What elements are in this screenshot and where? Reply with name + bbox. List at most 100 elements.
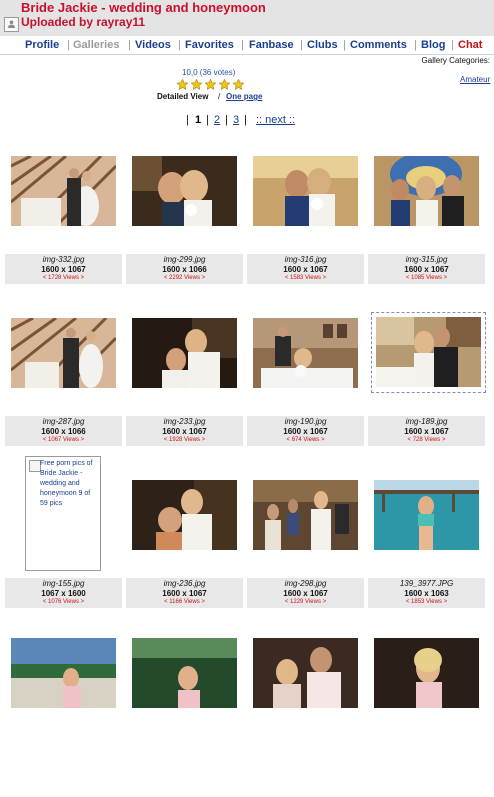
- photo-filename[interactable]: img-236.jpg: [126, 579, 243, 589]
- photo-image[interactable]: [253, 638, 358, 708]
- photo-filename[interactable]: img-298.jpg: [247, 579, 364, 589]
- nav-separator: |: [241, 39, 244, 51]
- user-avatar-icon[interactable]: [4, 17, 19, 32]
- nav-fanbase[interactable]: Fanbase: [249, 39, 294, 51]
- photo-image[interactable]: [374, 156, 479, 226]
- photo-filename[interactable]: img-190.jpg: [247, 417, 364, 427]
- photo-dimensions: 1067 x 1600: [41, 589, 86, 598]
- photo-info: img-315.jpg 1600 x 1067 < 1085 Views >: [368, 254, 485, 284]
- photo-thumbnail[interactable]: [374, 638, 479, 708]
- photo-filename[interactable]: 139_3977.JPG: [368, 579, 485, 589]
- thumb-area: Free porn pics of Bride Jackie - wedding…: [3, 456, 124, 578]
- photo-thumbnail[interactable]: [253, 480, 358, 550]
- photo-dimensions: 1600 x 1066: [41, 427, 86, 436]
- photo-cell: 139_3977.JPG 1600 x 1063 < 1853 Views >: [366, 478, 487, 639]
- photo-thumbnail[interactable]: [132, 156, 237, 226]
- thumb-area: [245, 316, 366, 416]
- photo-thumbnail-selected[interactable]: [371, 312, 486, 393]
- photo-views: < 1076 Views >: [42, 599, 85, 605]
- photo-info: img-332.jpg 1600 x 1067 < 1728 Views >: [5, 254, 122, 284]
- nav-clubs[interactable]: Clubs: [307, 39, 338, 51]
- photo-image[interactable]: [11, 156, 116, 226]
- photo-thumbnail[interactable]: [253, 318, 358, 388]
- star-icon[interactable]: [219, 79, 230, 90]
- photo-info: img-233.jpg 1600 x 1067 < 1928 Views >: [126, 416, 243, 446]
- one-page-link[interactable]: One page: [226, 92, 262, 101]
- photo-thumbnail[interactable]: [374, 156, 479, 226]
- photo-thumbnail[interactable]: [253, 156, 358, 226]
- photo-cell: img-287.jpg 1600 x 1066 < 1067 Views >: [3, 316, 124, 477]
- photo-filename[interactable]: img-315.jpg: [368, 255, 485, 265]
- photo-filename[interactable]: img-332.jpg: [5, 255, 122, 265]
- thumb-area: [3, 154, 124, 254]
- photo-cell: img-316.jpg 1600 x 1067 < 1583 Views >: [245, 154, 366, 315]
- photo-filename[interactable]: img-233.jpg: [126, 417, 243, 427]
- photo-image[interactable]: [11, 318, 116, 388]
- photo-views: < 1229 Views >: [284, 599, 327, 605]
- broken-image-alt-text[interactable]: Free porn pics of Bride Jackie - wedding…: [40, 459, 97, 509]
- thumb-area: [124, 316, 245, 416]
- photo-info: img-298.jpg 1600 x 1067 < 1229 Views >: [247, 578, 364, 608]
- nav-favorites[interactable]: Favorites: [185, 39, 234, 51]
- nav-videos[interactable]: Videos: [135, 39, 171, 51]
- photo-filename[interactable]: img-299.jpg: [126, 255, 243, 265]
- star-icon[interactable]: [191, 79, 202, 90]
- photo-dimensions: 1600 x 1067: [404, 427, 449, 436]
- photo-dimensions: 1600 x 1067: [283, 589, 328, 598]
- photo-thumbnail[interactable]: [11, 318, 116, 388]
- nav-galleries[interactable]: Galleries: [73, 39, 119, 51]
- photo-views: < 1583 Views >: [284, 275, 327, 281]
- broken-image-box[interactable]: Free porn pics of Bride Jackie - wedding…: [25, 456, 101, 571]
- gallery-title: Bride Jackie - wedding and honeymoon: [21, 0, 266, 15]
- pager-page-2[interactable]: 2: [214, 114, 220, 126]
- photo-image[interactable]: [253, 318, 358, 388]
- nav-chat[interactable]: Chat: [458, 39, 482, 51]
- photo-thumbnail[interactable]: [11, 156, 116, 226]
- pager-next[interactable]: :: next ::: [256, 114, 295, 126]
- photo-image[interactable]: [11, 638, 116, 708]
- photo-cell: img-298.jpg 1600 x 1067 < 1229 Views >: [245, 478, 366, 639]
- star-icon[interactable]: [205, 79, 216, 90]
- profile-nav: Profile | Galleries | Videos | Favorites…: [0, 36, 494, 55]
- photo-image[interactable]: [253, 156, 358, 226]
- nav-comments[interactable]: Comments: [350, 39, 407, 51]
- photo-thumbnail[interactable]: [11, 638, 116, 708]
- photo-image[interactable]: [374, 638, 479, 708]
- photo-thumbnail[interactable]: [132, 638, 237, 708]
- detailed-view-label: Detailed View: [157, 92, 209, 101]
- photo-filename[interactable]: img-287.jpg: [5, 417, 122, 427]
- photo-thumbnail[interactable]: [132, 318, 237, 388]
- photo-cell: img-189.jpg 1600 x 1067 < 728 Views >: [366, 312, 487, 477]
- pager-divider: |: [244, 114, 247, 126]
- pager-divider: |: [186, 114, 189, 126]
- photo-cell: img-233.jpg 1600 x 1067 < 1928 Views >: [124, 316, 245, 477]
- photo-image[interactable]: [132, 480, 237, 550]
- thumb-area: [124, 154, 245, 254]
- star-icon[interactable]: [233, 79, 244, 90]
- photo-image[interactable]: [132, 638, 237, 708]
- thumb-area: [366, 478, 487, 578]
- photo-dimensions: 1600 x 1067: [404, 265, 449, 274]
- photo-info: img-236.jpg 1600 x 1067 < 1166 Views >: [126, 578, 243, 608]
- nav-profile[interactable]: Profile: [25, 39, 59, 51]
- photo-thumbnail[interactable]: [374, 480, 479, 550]
- photo-image[interactable]: [132, 318, 237, 388]
- photo-filename[interactable]: img-189.jpg: [368, 417, 485, 427]
- star-icon[interactable]: [177, 79, 188, 90]
- category-link-amateur[interactable]: Amateur: [460, 75, 490, 84]
- photo-cell: [366, 636, 487, 797]
- photo-cell: [245, 636, 366, 797]
- photo-image[interactable]: [253, 480, 358, 550]
- photo-thumbnail[interactable]: [132, 480, 237, 550]
- photo-filename[interactable]: img-316.jpg: [247, 255, 364, 265]
- pager-page-3[interactable]: 3: [233, 114, 239, 126]
- photo-cell: img-236.jpg 1600 x 1067 < 1166 Views >: [124, 478, 245, 639]
- photo-image[interactable]: [132, 156, 237, 226]
- photo-image[interactable]: [376, 317, 481, 387]
- photo-thumbnail[interactable]: [253, 638, 358, 708]
- photo-views: < 728 Views >: [407, 437, 446, 443]
- photo-filename[interactable]: img-155.jpg: [5, 579, 122, 589]
- nav-blog[interactable]: Blog: [421, 39, 445, 51]
- nav-separator: |: [300, 39, 303, 51]
- photo-image[interactable]: [374, 480, 479, 550]
